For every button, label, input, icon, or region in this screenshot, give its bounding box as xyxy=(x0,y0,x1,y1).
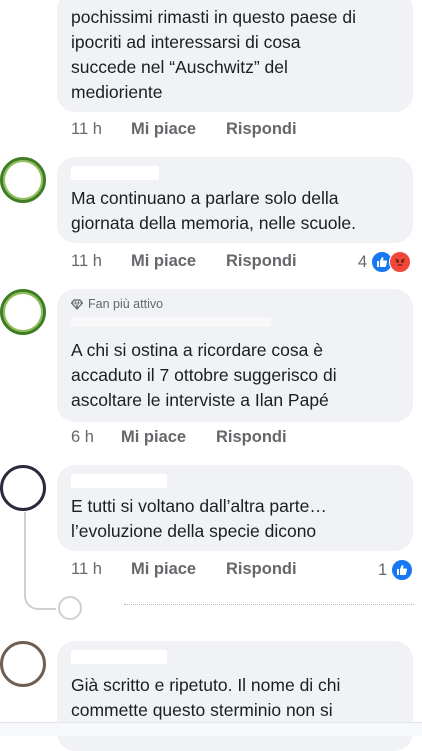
obscured-reply-text xyxy=(124,604,414,608)
comment-bubble: Ma continuano a parlare solo della giorn… xyxy=(57,157,413,243)
avatar[interactable] xyxy=(0,641,46,687)
avatar[interactable] xyxy=(0,289,46,335)
comment-line: giornata della memoria, nelle scuole. xyxy=(71,213,357,233)
comment-time[interactable]: 11 h xyxy=(71,252,102,271)
badge-label: Fan più attivo xyxy=(88,297,164,311)
comment-line: ascoltare le interviste a Ilan Papé xyxy=(71,390,329,410)
comment-actions: 6 h Mi piace Rispondi xyxy=(71,428,411,450)
comment-text: pochissimi rimasti in questo paese di ip… xyxy=(71,5,356,105)
comment-actions: 11 h Mi piace Rispondi xyxy=(71,560,411,582)
comment-line: commette questo sterminio non si xyxy=(71,700,333,720)
comment-line: Già scritto e ripetuto. Il nome di chi xyxy=(71,675,341,695)
reaction-count: 1 xyxy=(378,560,388,579)
like-button[interactable]: Mi piace xyxy=(131,120,196,139)
reply-button[interactable]: Rispondi xyxy=(216,428,287,447)
reply-button[interactable]: Rispondi xyxy=(226,120,297,139)
redacted-author-name xyxy=(71,166,159,180)
angry-icon xyxy=(389,251,412,273)
comment-text: Già scritto e ripetuto. Il nome di chi c… xyxy=(71,673,340,723)
reaction-summary[interactable]: 1 xyxy=(378,559,414,581)
redacted-author-name xyxy=(71,650,167,664)
like-icon xyxy=(391,559,414,581)
comment-line: medioriente xyxy=(71,82,163,102)
bottom-bar xyxy=(0,722,422,736)
like-button[interactable]: Mi piace xyxy=(121,428,186,447)
comment-bubble: E tutti si voltano dall’altra parte… l’e… xyxy=(57,465,413,551)
comment-text: Ma continuano a parlare solo della giorn… xyxy=(71,186,356,236)
top-fan-badge: Fan più attivo xyxy=(71,297,163,311)
comment-actions: 11 h Mi piace Rispondi xyxy=(71,120,411,142)
comment-bubble: pochissimi rimasti in questo paese di ip… xyxy=(57,0,413,112)
reaction-summary[interactable]: 4 xyxy=(358,251,412,273)
comment-line: pochissimi rimasti in questo paese di xyxy=(71,7,356,27)
reaction-count: 4 xyxy=(358,252,368,271)
comment-line: accaduto il 7 ottobre suggerisco di xyxy=(71,365,337,385)
thread-connector xyxy=(24,512,56,610)
comment-line: A chi si ostina a ricordare cosa è xyxy=(71,340,323,360)
reply-preview[interactable] xyxy=(58,596,414,622)
reply-button[interactable]: Rispondi xyxy=(226,252,297,271)
comment-time[interactable]: 6 h xyxy=(71,428,94,447)
comment-line: E tutti si voltano dall’altra parte… xyxy=(71,496,327,516)
diamond-icon xyxy=(71,298,83,310)
like-button[interactable]: Mi piace xyxy=(131,252,196,271)
redacted-author-name xyxy=(71,317,271,327)
like-button[interactable]: Mi piace xyxy=(131,560,196,579)
comment-time[interactable]: 11 h xyxy=(71,560,102,579)
redacted-author-name xyxy=(71,474,167,488)
comment-line: ipocriti ad interessarsi di cosa xyxy=(71,32,301,52)
comment-time[interactable]: 11 h xyxy=(71,120,102,139)
comment-text: A chi si ostina a ricordare cosa è accad… xyxy=(71,338,337,413)
avatar[interactable] xyxy=(0,465,46,511)
comment-line: l’evoluzione della specie dicono xyxy=(71,521,317,541)
comment-bubble: Fan più attivo A chi si ostina a ricorda… xyxy=(57,289,413,422)
avatar[interactable] xyxy=(0,157,46,203)
reply-avatar xyxy=(58,596,82,620)
reply-button[interactable]: Rispondi xyxy=(226,560,297,579)
comment-line: Ma continuano a parlare solo della xyxy=(71,188,339,208)
comment-text: E tutti si voltano dall’altra parte… l’e… xyxy=(71,494,327,544)
comment-line: succede nel “Auschwitz” del xyxy=(71,57,288,77)
